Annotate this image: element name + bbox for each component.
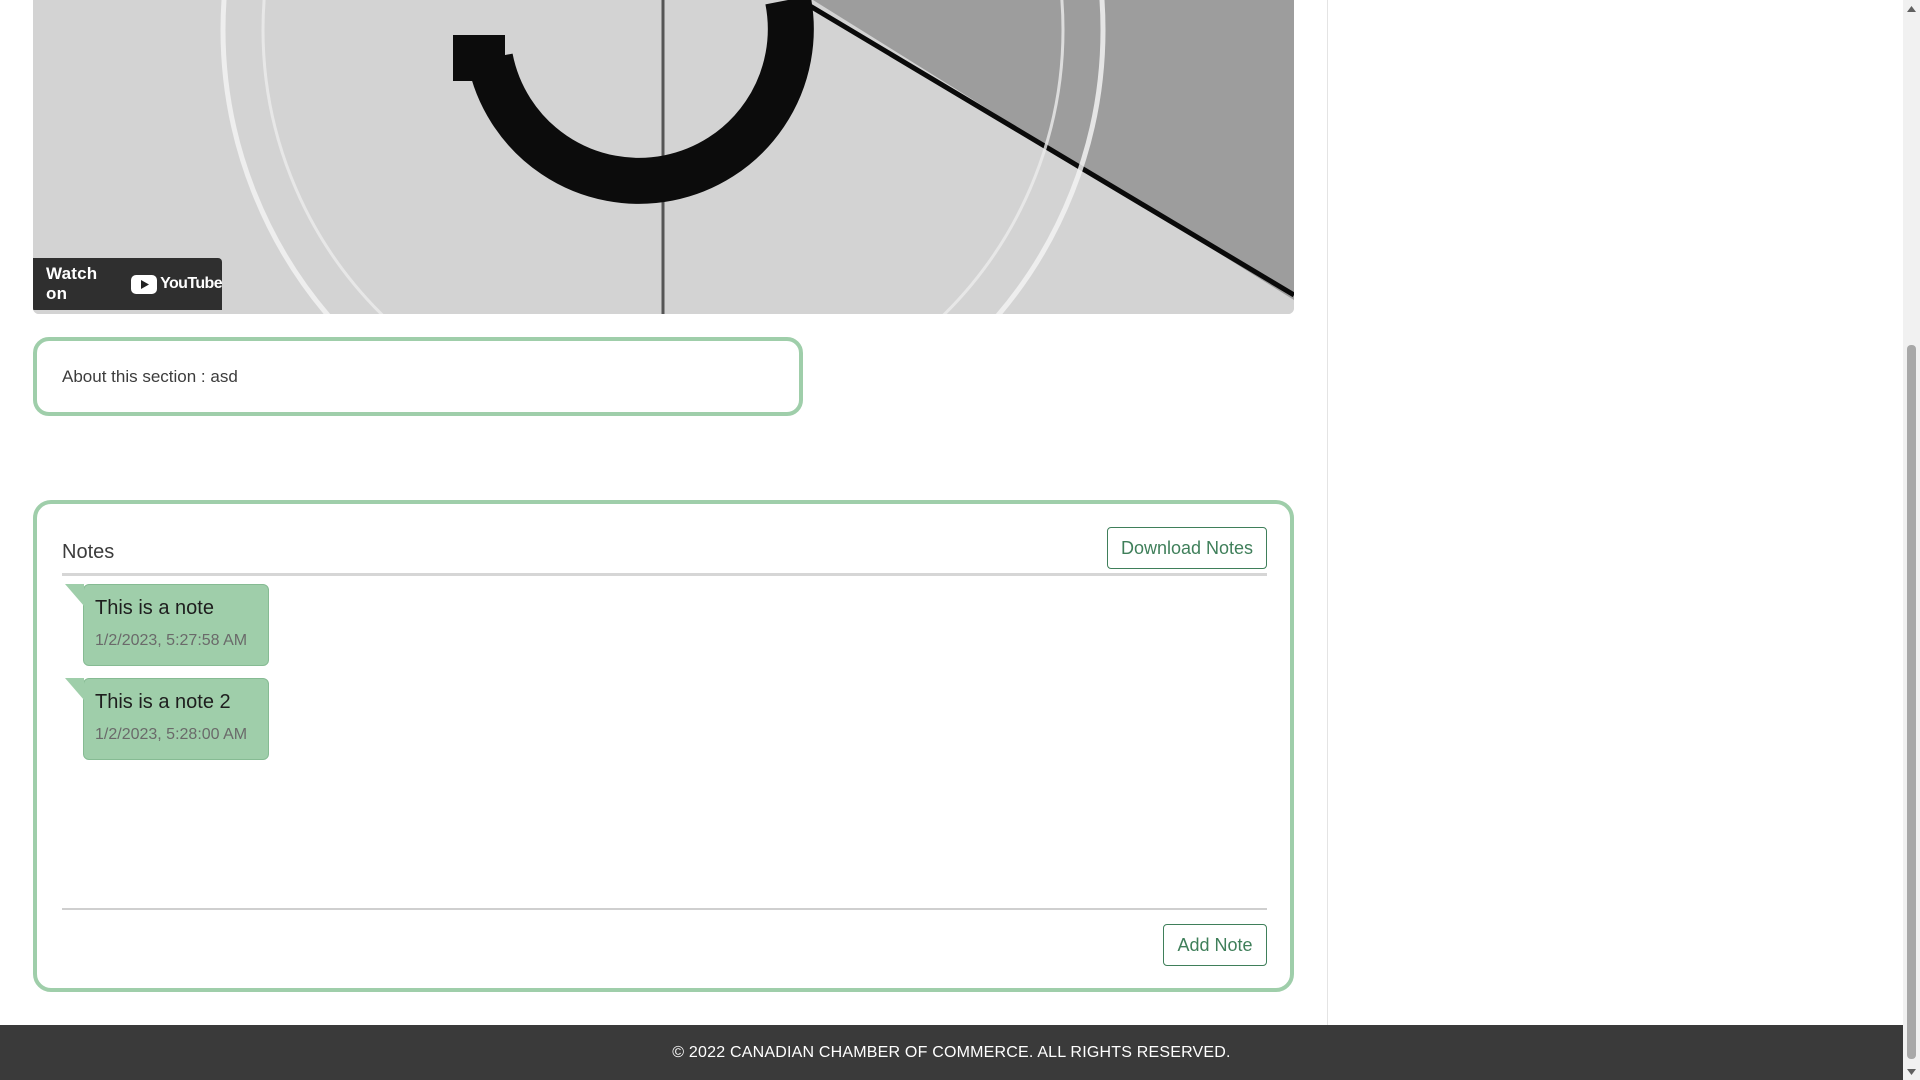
page-scrollbar[interactable]: [1903, 0, 1920, 1080]
video-embed[interactable]: Watch on YouTube: [33, 0, 1294, 314]
youtube-logo: YouTube: [131, 274, 223, 294]
download-notes-button[interactable]: Download Notes: [1107, 527, 1267, 569]
page: Watch on YouTube About this section : as…: [0, 0, 1920, 1080]
notes-title: Notes: [62, 541, 115, 563]
watch-on-label: Watch on: [46, 264, 98, 303]
main-content: Watch on YouTube About this section : as…: [0, 0, 1327, 1025]
note-text: This is a note 2: [95, 691, 231, 713]
note-timestamp: 1/2/2023, 5:27:58 AM: [95, 632, 248, 649]
copyright-text: © 2022 CANADIAN CHAMBER OF COMMERCE. ALL…: [672, 1043, 1231, 1061]
notes-footer-divider: [62, 908, 1267, 910]
watch-on-youtube-button[interactable]: Watch on YouTube: [33, 258, 223, 310]
right-sidebar: [1327, 0, 1904, 1025]
youtube-play-icon: [131, 274, 158, 294]
add-note-button[interactable]: Add Note: [1163, 924, 1267, 966]
scroll-thumb[interactable]: [1907, 345, 1916, 1059]
about-section-text: About this section : asd: [62, 366, 238, 386]
note-text: This is a note: [95, 597, 214, 619]
chevron-up-icon: [1907, 5, 1916, 12]
scroll-up-button[interactable]: [1903, 0, 1920, 17]
video-countdown-frame: [33, 0, 1294, 314]
youtube-wordmark: YouTube: [160, 275, 222, 292]
notes-card: Notes Download Notes This is a note 1/2/…: [33, 500, 1294, 992]
notes-header-divider: [62, 573, 1267, 576]
about-section-card: About this section : asd: [33, 337, 803, 416]
chevron-down-icon: [1907, 1068, 1916, 1075]
note-item: This is a note 1/2/2023, 5:27:58 AM: [65, 584, 269, 666]
site-footer: © 2022 CANADIAN CHAMBER OF COMMERCE. ALL…: [0, 1025, 1903, 1080]
note-item: This is a note 2 1/2/2023, 5:28:00 AM: [65, 678, 269, 760]
scroll-down-button[interactable]: [1903, 1063, 1920, 1080]
note-timestamp: 1/2/2023, 5:28:00 AM: [95, 726, 248, 743]
